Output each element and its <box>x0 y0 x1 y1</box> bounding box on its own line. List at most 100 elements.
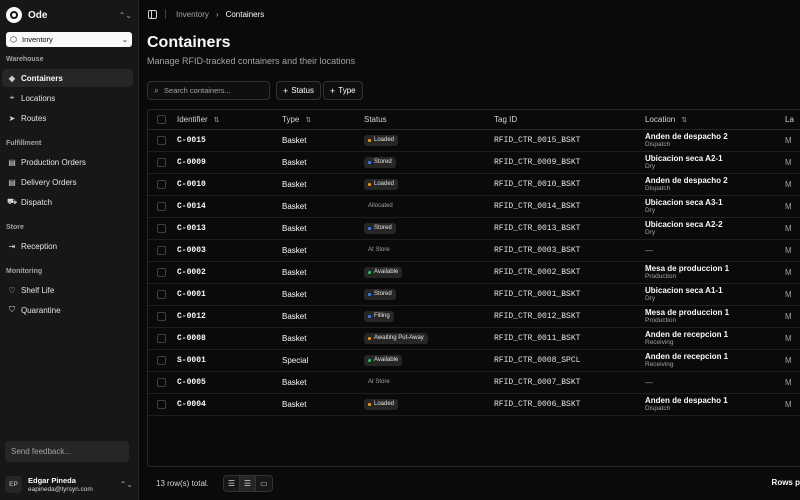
module-selector[interactable]: ⬡ Inventory ⌄ <box>6 32 132 47</box>
status-badge: Allocated <box>368 203 393 210</box>
row-checkbox[interactable] <box>157 311 166 321</box>
table-row[interactable]: S-0001 Special Available RFID_CTR_0008_S… <box>148 349 800 372</box>
container-identifier: C-0015 <box>177 129 282 152</box>
table-row[interactable]: C-0012 Basket Filling RFID_CTR_0012_BSKT… <box>148 305 800 328</box>
row-checkbox[interactable] <box>157 223 166 233</box>
rows-spacious-icon[interactable]: ▭ <box>255 475 272 491</box>
row-checkbox[interactable] <box>157 179 166 189</box>
container-type: Basket <box>282 217 364 240</box>
row-checkbox[interactable] <box>157 399 166 409</box>
status-badge: Loaded <box>364 398 399 410</box>
sidebar-item-reception[interactable]: ⇥ Reception <box>2 237 133 255</box>
container-status: Awaiting Put-Away <box>364 327 494 350</box>
sidebar-item-containers[interactable]: ◈ Containers <box>2 69 133 87</box>
container-type: Basket <box>282 129 364 152</box>
sidebar-item-locations[interactable]: ⌖ Locations <box>2 89 133 107</box>
row-checkbox[interactable] <box>157 377 166 387</box>
table-row[interactable]: C-0008 Basket Awaiting Put-Away RFID_CTR… <box>148 327 800 350</box>
location-zone: Dispatch <box>645 184 671 192</box>
sidebar-item-quarantine[interactable]: ⛉ Quarantine <box>2 301 133 319</box>
location-zone: Receiving <box>645 338 674 346</box>
table-row[interactable]: C-0005 Basket At Store RFID_CTR_0007_BSK… <box>148 371 800 394</box>
table-row[interactable]: C-0003 Basket At Store RFID_CTR_0003_BSK… <box>148 239 800 262</box>
table-row[interactable]: C-0014 Basket Allocated RFID_CTR_0014_BS… <box>148 195 800 218</box>
location-name: Anden de recepcion 1 <box>645 329 729 339</box>
row-checkbox[interactable] <box>157 135 166 145</box>
sidebar-item-delivery-orders[interactable]: ▤ Delivery Orders <box>2 173 133 191</box>
rows-default-icon[interactable]: ☰ <box>239 475 256 491</box>
sidebar-section-title: Store <box>6 224 24 231</box>
location-zone: Dry <box>645 228 656 236</box>
plus-icon: + <box>330 85 336 96</box>
location-zone: Production <box>645 316 677 324</box>
status-badge: Stored <box>364 222 396 234</box>
location-zone: Production <box>645 272 677 280</box>
table-row[interactable]: C-0010 Basket Loaded RFID_CTR_0010_BSKT … <box>148 173 800 196</box>
column-header-type[interactable]: Type ⇅ <box>282 110 364 130</box>
status-badge: Loaded <box>364 178 399 190</box>
row-checkbox[interactable] <box>157 157 166 167</box>
sidebar-item-routes[interactable]: ➤ Routes <box>2 109 133 127</box>
search-input[interactable]: ⌕ Search containers... <box>147 81 270 100</box>
status-filter-button[interactable]: + Status <box>276 81 321 100</box>
cube-icon: ⬡ <box>10 35 17 44</box>
sidebar-toggle-icon[interactable] <box>148 9 157 19</box>
container-last-column: M <box>785 217 800 240</box>
brand-switcher[interactable]: Ode ⌃⌄ <box>0 0 138 30</box>
row-checkbox[interactable] <box>157 267 166 277</box>
row-checkbox[interactable] <box>157 201 166 211</box>
location-name: Anden de despacho 1 <box>645 395 728 405</box>
sidebar-item-production-orders[interactable]: ▤ Production Orders <box>2 153 133 171</box>
table-header-row: Identifier ⇅ Type ⇅ Status Tag ID Location… <box>148 110 800 130</box>
status-dot <box>368 160 371 164</box>
container-last-column: M <box>785 393 800 416</box>
chevrons-up-down-icon: ⌃⌄ <box>118 10 132 20</box>
sidebar-item-label: Locations <box>21 93 56 103</box>
sidebar-item-label: Routes <box>21 113 47 123</box>
status-dot <box>368 358 371 362</box>
status-badge: Available <box>364 354 403 366</box>
breadcrumb-parent[interactable]: Inventory <box>176 10 209 19</box>
rows-per-page-label: Rows p <box>771 478 800 487</box>
container-status: Loaded <box>364 393 494 416</box>
sidebar-item-dispatch[interactable]: ⛟ Dispatch <box>2 193 133 211</box>
container-status: Stored <box>364 217 494 240</box>
column-header-tag-id[interactable]: Tag ID <box>494 110 645 130</box>
sidebar-section-title: Monitoring <box>6 268 43 275</box>
table-row[interactable]: C-0013 Basket Stored RFID_CTR_0013_BSKT … <box>148 217 800 240</box>
sidebar-item-label: Containers <box>21 73 63 83</box>
type-filter-label: Type <box>338 86 356 95</box>
sidebar-item-label: Shelf Life <box>21 285 55 295</box>
container-identifier: C-0001 <box>177 283 282 306</box>
column-header-location[interactable]: Location ⇅ <box>645 110 785 130</box>
sidebar-item-label: Delivery Orders <box>21 177 77 187</box>
table-row[interactable]: C-0004 Basket Loaded RFID_CTR_0006_BSKT … <box>148 393 800 416</box>
column-header-identifier[interactable]: Identifier ⇅ <box>177 110 282 130</box>
rows-compact-icon[interactable]: ☰ <box>223 475 240 491</box>
table-row[interactable]: C-0002 Basket Available RFID_CTR_0002_BS… <box>148 261 800 284</box>
select-all-checkbox[interactable] <box>157 114 166 124</box>
user-name: Edgar Pineda <box>28 475 76 485</box>
row-checkbox[interactable] <box>157 333 166 343</box>
type-filter-button[interactable]: + Type <box>323 81 363 100</box>
table-row[interactable]: C-0001 Basket Stored RFID_CTR_0001_BSKT … <box>148 283 800 306</box>
sidebar-item-label: Dispatch <box>21 197 53 207</box>
feedback-input[interactable]: Send feedback... <box>5 441 129 462</box>
search-icon: ⌕ <box>154 85 160 95</box>
container-last-column: M <box>785 239 800 262</box>
row-checkbox[interactable] <box>157 289 166 299</box>
container-tag-id: RFID_CTR_0007_BSKT <box>494 371 645 394</box>
status-dot <box>368 292 371 296</box>
container-identifier: C-0005 <box>177 371 282 394</box>
status-badge: Stored <box>364 156 396 168</box>
row-checkbox[interactable] <box>157 355 166 365</box>
sidebar-item-shelf-life[interactable]: ♡ Shelf Life <box>2 281 133 299</box>
row-checkbox[interactable] <box>157 245 166 255</box>
table-row[interactable]: C-0009 Basket Stored RFID_CTR_0009_BSKT … <box>148 151 800 174</box>
column-header-status[interactable]: Status <box>364 110 494 130</box>
user-menu[interactable]: EP Edgar Pineda eapineda@tyrsyn.com ⌃⌄ <box>5 473 133 495</box>
container-tag-id: RFID_CTR_0014_BSKT <box>494 195 645 218</box>
container-location: Ubicacion seca A2-1 Dry <box>645 151 785 174</box>
table-row[interactable]: C-0015 Basket Loaded RFID_CTR_0015_BSKT … <box>148 129 800 152</box>
column-header-last[interactable]: La <box>785 110 800 130</box>
